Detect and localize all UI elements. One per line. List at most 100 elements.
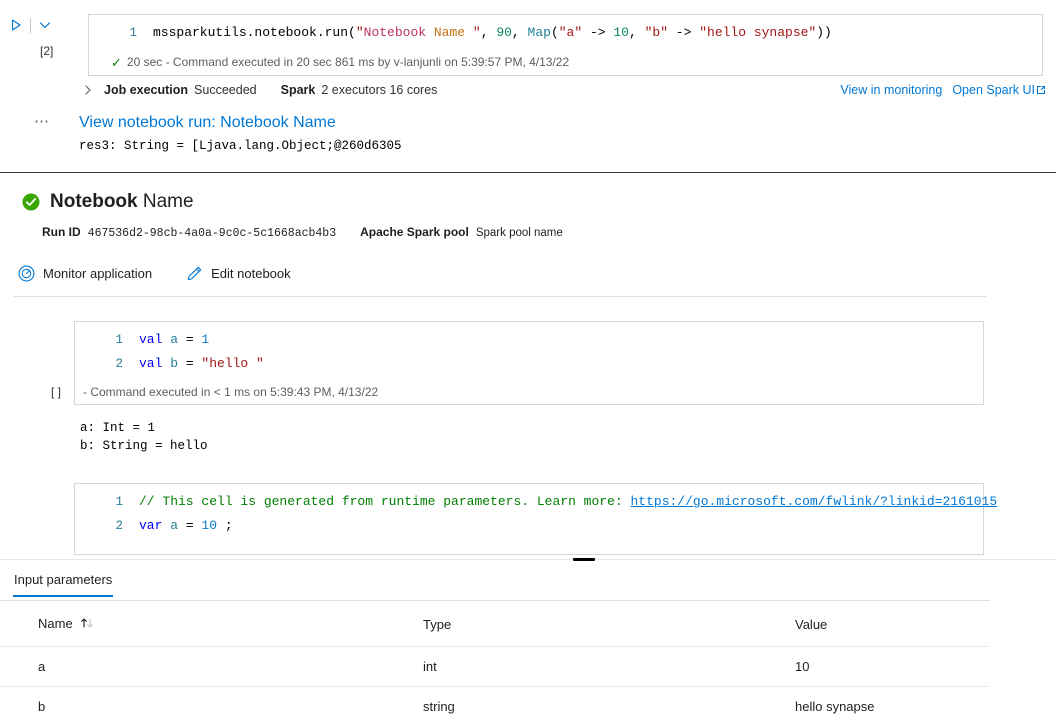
run-metadata-row: Run ID 467536d2-98cb-4a0a-9c0c-5c1668acb… xyxy=(0,213,1056,240)
notebook-cell-1-output: a: Int = 1 b: String = hello xyxy=(80,419,1056,455)
cell-type: int xyxy=(385,647,757,687)
cell-status-text: 20 sec - Command executed in 20 sec 861 … xyxy=(127,55,569,69)
code-token-comma-2: , xyxy=(512,25,528,40)
page-title: Notebook Name xyxy=(50,191,194,213)
code-token-notebook: Notebook xyxy=(364,25,426,40)
code-content[interactable]: mssparkutils.notebook.run( " Notebook Name… xyxy=(153,25,832,40)
job-strip-links: View in monitoring Open Spark UI xyxy=(840,83,1046,97)
code-cell-editor[interactable]: 1 mssparkutils.notebook.run( " Notebook Na… xyxy=(88,14,1043,76)
column-header-type[interactable]: Type xyxy=(385,610,757,647)
code-token-val-1: val xyxy=(139,332,162,347)
code-content[interactable]: var a = 10 ; xyxy=(139,518,233,533)
execution-count: [ ] xyxy=(51,385,61,399)
external-link-icon xyxy=(1036,84,1046,94)
spark-pool-value: Spark pool name xyxy=(476,227,563,239)
table-header-row: Name Type Value xyxy=(0,610,990,647)
notebook-run-cell-section: [2] 1 mssparkutils.notebook.run( " Noteboo… xyxy=(0,0,1056,172)
code-token-key-b: "b" xyxy=(645,25,668,40)
spark-resources: 2 executors 16 cores xyxy=(321,83,437,97)
code-token-comment: // This cell is generated from runtime p… xyxy=(139,494,630,509)
notebook-title-row: Notebook Name xyxy=(0,173,1056,213)
table-body: aint10bstringhello synapse xyxy=(0,647,990,718)
view-in-monitoring-link[interactable]: View in monitoring xyxy=(840,83,942,97)
table-row[interactable]: bstringhello synapse xyxy=(0,687,990,718)
splitter-track xyxy=(0,559,1056,560)
code-token-quote-close: " xyxy=(473,25,481,40)
monitor-application-button[interactable]: Monitor application xyxy=(14,262,156,285)
code-token-var-b: b xyxy=(162,356,178,371)
cell-value: 10 xyxy=(757,647,990,687)
table-row[interactable]: aint10 xyxy=(0,647,990,687)
code-line: 1 val a = 1 xyxy=(75,322,983,356)
cell-name: b xyxy=(0,687,385,718)
code-line: 2 val b = "hello " xyxy=(75,356,983,380)
code-token-number-10: 10 xyxy=(613,25,629,40)
execution-count: [2] xyxy=(40,44,53,58)
run-id-value: 467536d2-98cb-4a0a-9c0c-5c1668acb4b3 xyxy=(88,227,336,240)
code-token-name: Name xyxy=(426,25,473,40)
spark-label: Spark xyxy=(281,83,316,97)
cell-toolbar xyxy=(0,14,74,36)
code-token-var-a: a xyxy=(162,332,178,347)
pencil-icon xyxy=(186,265,203,282)
cell-execution-status: [ ] - Command executed in < 1 ms on 5:39… xyxy=(75,380,983,404)
code-token-comma-3: , xyxy=(629,25,645,40)
tab-input-parameters[interactable]: Input parameters xyxy=(0,568,126,596)
sort-ascending-icon[interactable] xyxy=(79,617,99,632)
notebook-run-detail-panel: Notebook Name Run ID 467536d2-98cb-4a0a-… xyxy=(0,173,1056,555)
cell-name: a xyxy=(0,647,385,687)
job-execution-label: Job execution xyxy=(104,83,188,97)
open-spark-ui-link[interactable]: Open Spark UI xyxy=(952,83,1046,97)
code-token-call: mssparkutils.notebook.run( xyxy=(153,25,356,40)
column-header-value[interactable]: Value xyxy=(757,610,990,647)
job-execution-strip: Job execution Succeeded Spark 2 executor… xyxy=(0,78,1056,102)
line-number: 1 xyxy=(75,333,139,347)
play-triangle-icon[interactable] xyxy=(8,17,24,33)
code-token-var-a2: a xyxy=(162,518,178,533)
input-parameters-panel: Input parameters Name Type Value aint10b… xyxy=(0,558,1056,718)
code-token-paren-open: ( xyxy=(551,25,559,40)
panel-splitter[interactable] xyxy=(0,558,1056,562)
notebook-cell-1[interactable]: 1 val a = 1 2 val b = "hello " [ ] - Com… xyxy=(74,321,984,405)
job-execution-state: Succeeded xyxy=(194,83,257,97)
edit-notebook-label: Edit notebook xyxy=(211,266,291,281)
learn-more-link[interactable]: https://go.microsoft.com/fwlink/?linkid=… xyxy=(630,494,997,509)
edit-notebook-button[interactable]: Edit notebook xyxy=(182,262,295,285)
spark-pool-label: Apache Spark pool xyxy=(360,225,469,239)
line-number: 1 xyxy=(89,26,153,40)
code-token-key-a: "a" xyxy=(559,25,582,40)
code-token-number-90: 90 xyxy=(496,25,512,40)
code-content[interactable]: val a = 1 xyxy=(139,332,209,347)
code-token-comma-1: , xyxy=(481,25,497,40)
code-token-eq-2: = xyxy=(178,356,201,371)
line-number: 1 xyxy=(75,495,139,509)
code-token-number-1: 1 xyxy=(201,332,209,347)
notebook-cell-2[interactable]: 1 // This cell is generated from runtime… xyxy=(74,483,984,555)
command-bar: Monitor application Edit notebook xyxy=(0,240,1056,290)
code-token-map: Map xyxy=(528,25,551,40)
input-parameters-table: Name Type Value aint10bstringhello synap… xyxy=(0,610,990,718)
code-token-tail: )) xyxy=(816,25,832,40)
code-token-eq-1: = xyxy=(178,332,201,347)
column-header-name[interactable]: Name xyxy=(0,610,385,647)
code-token-var-kw: var xyxy=(139,518,162,533)
cell-execution-status: ✓ 20 sec - Command executed in 20 sec 86… xyxy=(89,49,1042,75)
code-token-val-2: val xyxy=(139,356,162,371)
code-token-eq-3: = xyxy=(178,518,201,533)
open-spark-ui-label: Open Spark UI xyxy=(952,83,1035,97)
success-check-circle-icon xyxy=(22,193,40,211)
drag-handle-icon[interactable] xyxy=(573,558,595,561)
chevron-right-icon[interactable] xyxy=(82,84,94,96)
page-title-rest: Name xyxy=(138,191,194,212)
code-content[interactable]: // This cell is generated from runtime p… xyxy=(139,494,997,509)
more-actions-icon[interactable]: ⋯ xyxy=(34,112,51,130)
chevron-down-icon[interactable] xyxy=(37,17,53,33)
code-content[interactable]: val b = "hello " xyxy=(139,356,264,371)
job-execution-summary[interactable]: Job execution Succeeded Spark 2 executor… xyxy=(0,83,437,97)
cell-type: string xyxy=(385,687,757,718)
view-notebook-run-link[interactable]: View notebook run: Notebook Name xyxy=(79,114,336,132)
code-token-semicolon: ; xyxy=(217,518,233,533)
cell-gutter xyxy=(0,14,74,36)
line-number: 2 xyxy=(75,357,139,371)
code-token-string-hello: "hello " xyxy=(201,356,263,371)
